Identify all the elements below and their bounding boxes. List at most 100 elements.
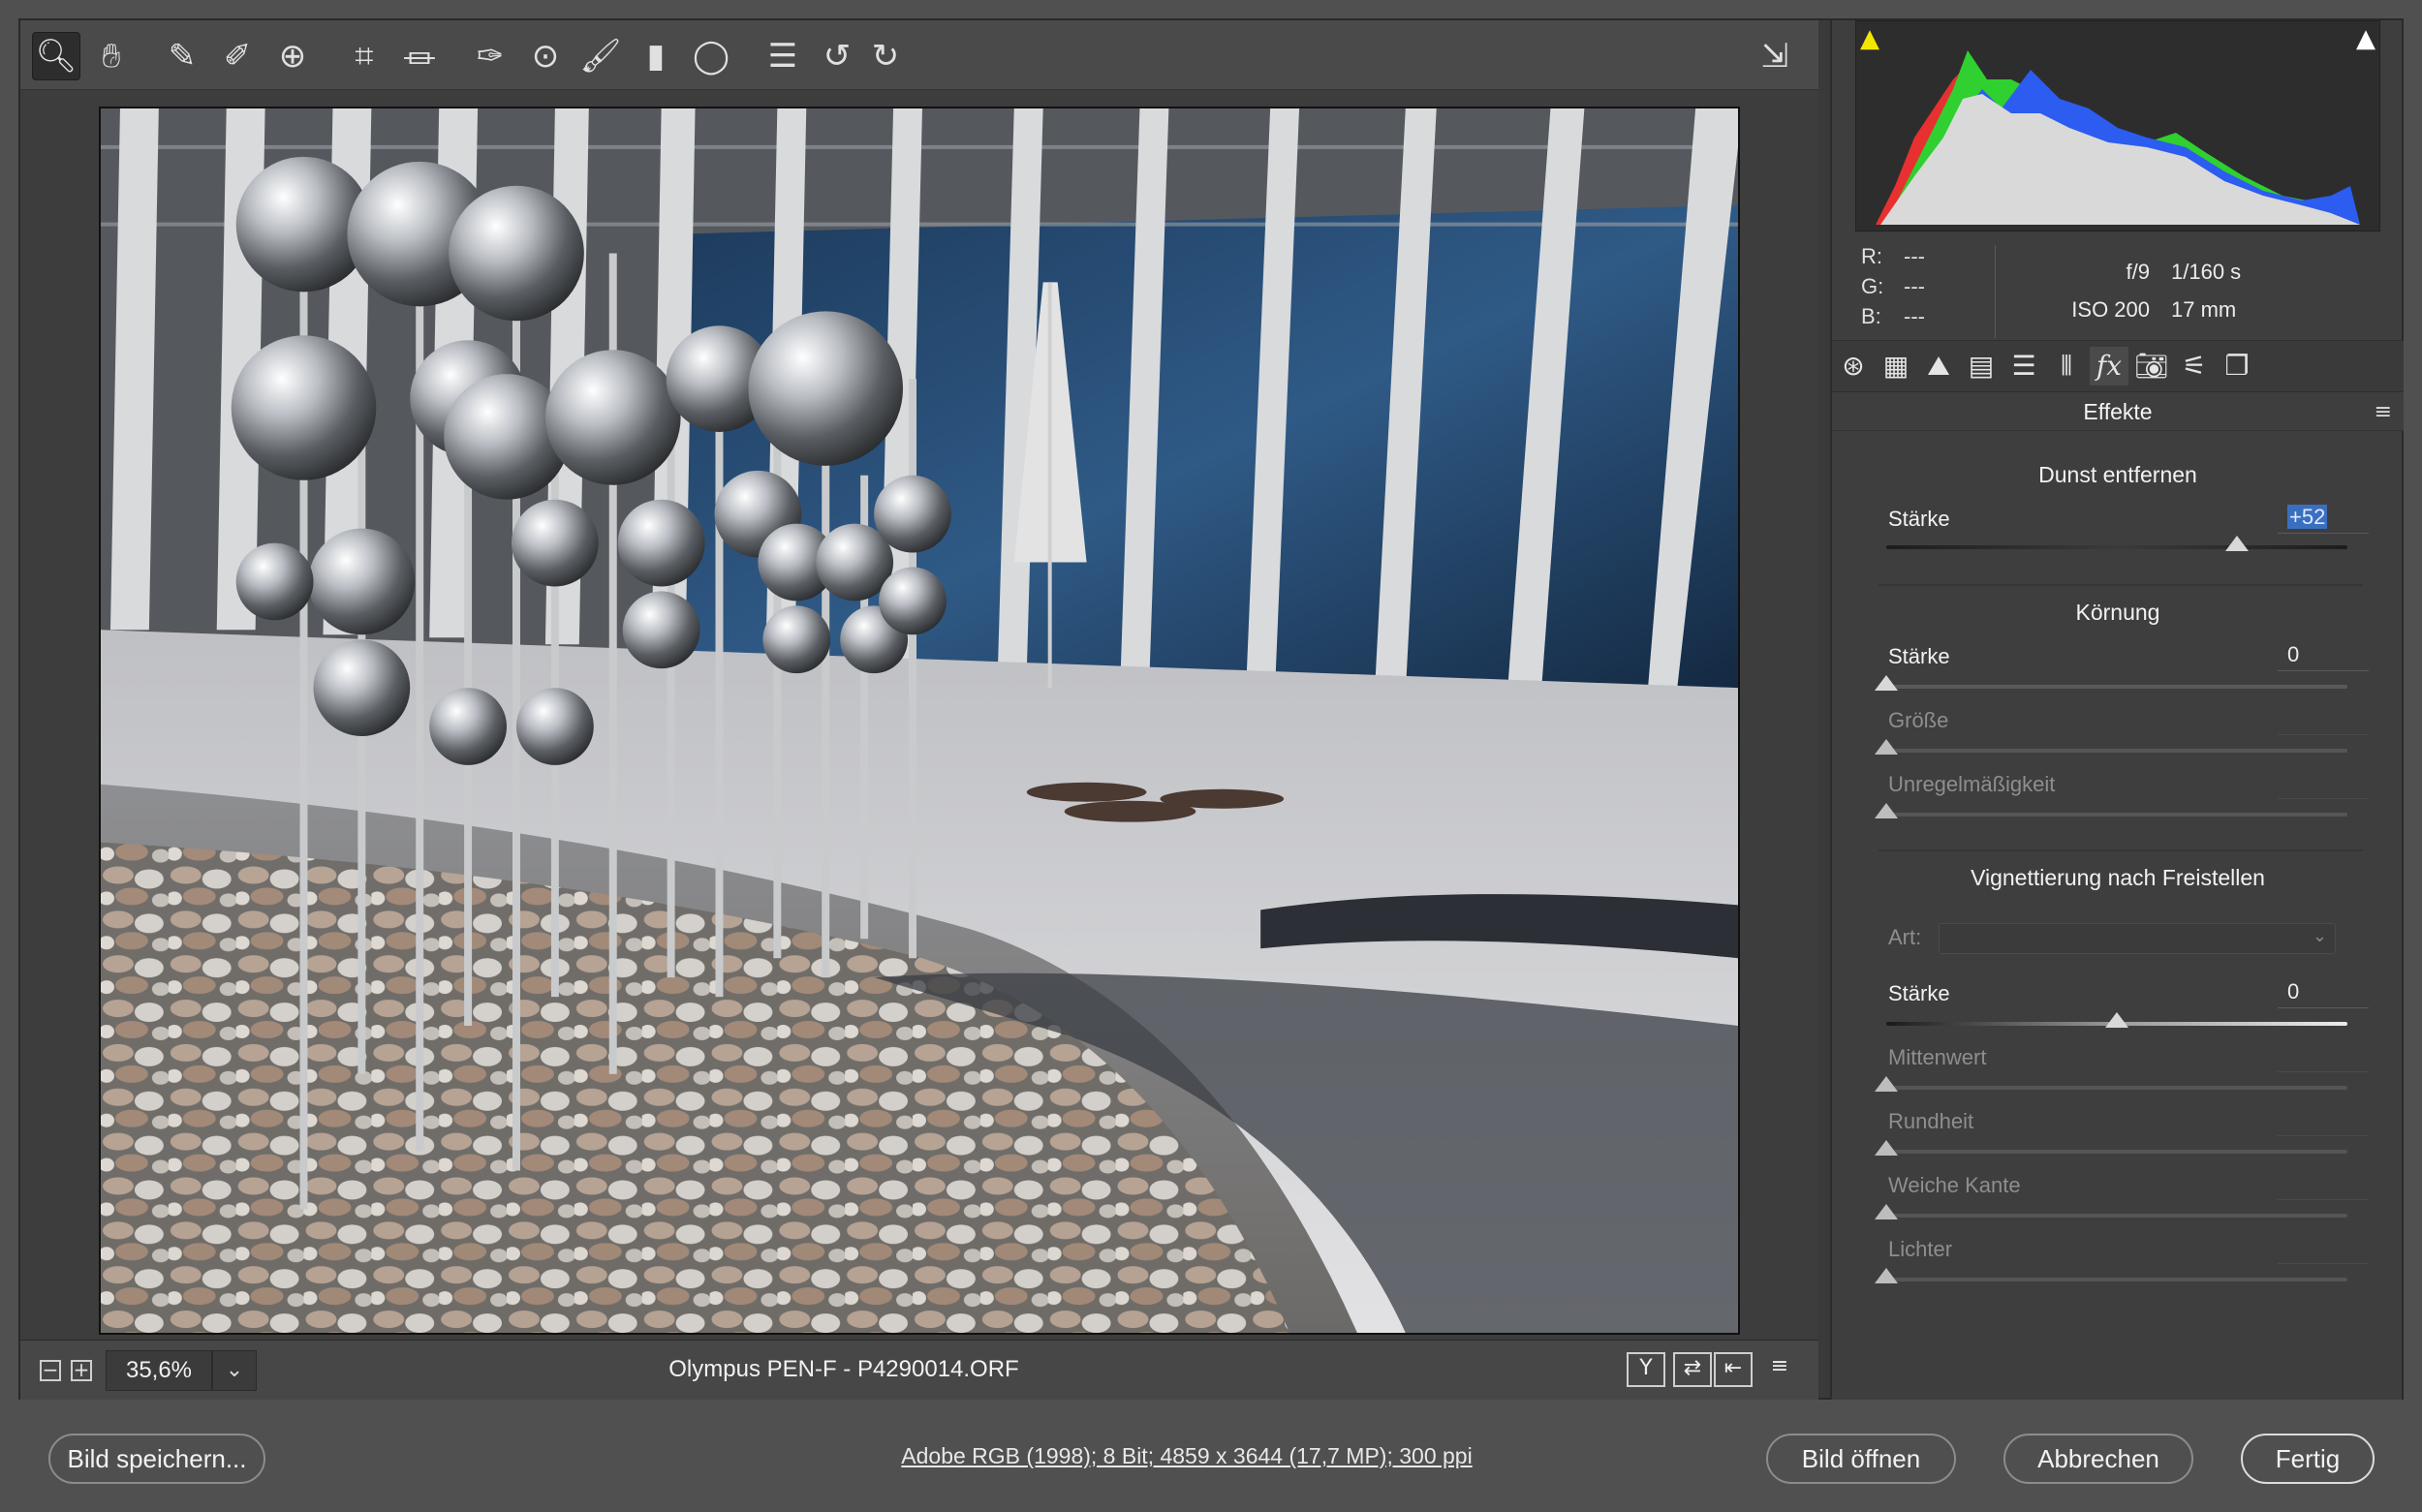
shutter-speed: 1/160 s — [2171, 260, 2242, 284]
workflow-options-link[interactable]: Adobe RGB (1998); 8 Bit; 4859 x 3644 (17… — [790, 1443, 1584, 1469]
red-label: R: — [1861, 244, 1882, 268]
grain-roughness-thumb — [1875, 803, 1898, 818]
grain-roughness-label: Unregelmäßigkeit — [1888, 772, 2056, 796]
grain-roughness-field — [2278, 770, 2369, 799]
mountain-icon[interactable]: ⛰︎ — [1919, 347, 1958, 386]
histogram-graph — [1876, 50, 2360, 225]
rotate-cw-icon[interactable]: ↻ — [861, 32, 910, 80]
done-button[interactable]: Fertig — [2241, 1434, 2375, 1484]
copy-settings-button[interactable]: ⇤ — [1714, 1352, 1753, 1387]
green-value: --- — [1904, 274, 1925, 298]
gradient-icon[interactable]: ▮ — [632, 32, 680, 80]
crop-icon[interactable]: ⌗ — [340, 32, 388, 80]
eyedropper-icon[interactable]: ✎ — [158, 32, 206, 80]
status-bar: − + 35,6% ⌄ Olympus PEN-F - P4290014.ORF… — [20, 1340, 1818, 1400]
divider — [1995, 245, 1996, 338]
grain-size-label: Größe — [1888, 708, 1949, 732]
eye-plus-icon[interactable]: ⊙ — [521, 32, 570, 80]
vignette-roundness-field — [2278, 1107, 2369, 1136]
highlight-clipping-warning-icon[interactable]: ▲ — [2352, 25, 2379, 52]
shadow-clipping-warning-icon[interactable]: ▲ — [1856, 25, 1883, 52]
chevron-down-icon[interactable]: ⌄ — [212, 1350, 257, 1391]
ellipse-icon[interactable]: ◯ — [687, 32, 735, 80]
split-toning-icon[interactable]: ☰ — [2004, 347, 2043, 386]
target-icon[interactable]: ⊕ — [268, 32, 317, 80]
dehaze-amount-slider[interactable] — [1886, 536, 2347, 551]
vignette-highlights-field — [2278, 1235, 2369, 1264]
camera-icon[interactable]: 📷︎ — [2132, 347, 2171, 386]
grain-size-field — [2278, 706, 2369, 735]
grain-amount-label: Stärke — [1888, 644, 1950, 668]
photo-image — [101, 108, 1738, 1333]
vignette-midpoint-slider — [1875, 1076, 2347, 1092]
snapshots-icon[interactable]: ❐ — [2218, 347, 2256, 386]
vignette-title: Vignettierung nach Freistellen — [1971, 865, 2265, 890]
dehaze-amount-field[interactable]: +52 — [2278, 505, 2369, 534]
grain-amount-thumb[interactable] — [1875, 675, 1898, 691]
lens-icon[interactable]: ⦀ — [2047, 347, 2086, 386]
preview-settings-icon[interactable]: ≡ — [1760, 1352, 1799, 1387]
swap-settings-button[interactable]: ⇄ — [1673, 1352, 1712, 1387]
aperture-icon[interactable]: ⊛ — [1834, 347, 1873, 386]
red-value: --- — [1904, 244, 1925, 268]
hand-icon[interactable]: ✋︎ — [87, 32, 136, 80]
iso: ISO 200 — [2071, 297, 2150, 322]
divider — [1879, 849, 2363, 851]
save-image-button[interactable]: Bild speichern... — [48, 1434, 265, 1484]
before-after-toggle-button[interactable]: Y — [1627, 1352, 1665, 1387]
grain-amount-field[interactable]: 0 — [2278, 642, 2369, 671]
vignette-style-label: Art: — [1888, 925, 1922, 949]
panel-title: Effekte — [1832, 392, 2404, 431]
zoom-out-button[interactable]: − — [40, 1360, 61, 1381]
vignette-feather-slider — [1875, 1204, 2347, 1219]
divider — [1879, 584, 2363, 586]
fullscreen-icon[interactable]: ⇲ — [1751, 32, 1799, 80]
vignette-amount-label: Stärke — [1888, 981, 1950, 1005]
presets-icon[interactable]: ⚟ — [2175, 347, 2214, 386]
vignette-feather-thumb — [1875, 1204, 1898, 1219]
hsl-icon[interactable]: ▤ — [1962, 347, 2001, 386]
magnifier-icon[interactable]: 🔍︎ — [32, 32, 80, 80]
blue-label: B: — [1861, 304, 1881, 328]
brush-spot-icon[interactable]: ✑ — [466, 32, 514, 80]
dehaze-amount-value: +52 — [2287, 505, 2328, 529]
vignette-amount-slider[interactable] — [1886, 1012, 2347, 1028]
level-icon[interactable]: ⏛ — [395, 32, 444, 80]
fx-icon[interactable]: fx — [2090, 347, 2128, 386]
dehaze-amount-label: Stärke — [1888, 507, 1950, 531]
vignette-amount-field[interactable]: 0 — [2278, 979, 2369, 1008]
rotate-ccw-icon[interactable]: ↺ — [813, 32, 861, 80]
vignette-roundness-slider — [1875, 1140, 2347, 1156]
blue-value: --- — [1904, 304, 1925, 328]
vignette-roundness-label: Rundheit — [1888, 1109, 1974, 1133]
zoom-in-button[interactable]: + — [71, 1360, 92, 1381]
grain-amount-slider[interactable] — [1875, 675, 2347, 691]
dehaze-amount-thumb[interactable] — [2224, 536, 2249, 551]
focal-length: 17 mm — [2171, 297, 2237, 322]
vignette-feather-field — [2278, 1171, 2369, 1200]
brush-icon[interactable]: 🖌︎ — [576, 32, 625, 80]
camera-raw-window: 🔍︎ ✋︎ ✎ ✐ ⊕ ⌗ ⏛ ✑ ⊙ 🖌︎ ▮ ◯ ☰ ↺ ↻ ⇲ − + 3… — [18, 18, 2404, 1400]
zoom-level[interactable]: 35,6% — [106, 1350, 212, 1391]
vignette-style-select[interactable]: ⌄ — [1939, 923, 2336, 954]
grain-title: Körnung — [2075, 600, 2160, 625]
grid-icon[interactable]: ▦ — [1877, 347, 1915, 386]
exif-info: f/9 1/160 s ISO 200 17 mm — [2006, 253, 2297, 328]
open-image-button[interactable]: Bild öffnen — [1766, 1434, 1956, 1484]
chevron-down-icon: ⌄ — [2312, 926, 2327, 946]
vignette-amount-thumb[interactable] — [2105, 1012, 2128, 1028]
green-label: G: — [1861, 274, 1884, 298]
rgb-readout: R: --- G: --- B: --- — [1861, 241, 1946, 331]
list-icon[interactable]: ☰ — [759, 32, 807, 80]
panel-menu-icon[interactable]: ≡ — [2375, 400, 2392, 424]
cancel-button[interactable]: Abbrechen — [2003, 1434, 2193, 1484]
grain-roughness-slider — [1875, 803, 2347, 818]
toolbar: 🔍︎ ✋︎ ✎ ✐ ⊕ ⌗ ⏛ ✑ ⊙ 🖌︎ ▮ ◯ ☰ ↺ ↻ ⇲ — [20, 20, 1818, 90]
photo-preview[interactable] — [99, 107, 1740, 1335]
vignette-roundness-thumb — [1875, 1140, 1898, 1156]
file-name: Olympus PEN-F - P4290014.ORF — [668, 1356, 1019, 1382]
dehaze-title: Dunst entfernen — [2038, 462, 2197, 487]
image-canvas[interactable] — [20, 90, 1818, 1340]
vignette-feather-label: Weiche Kante — [1888, 1173, 2021, 1197]
eyedropper-plus-icon[interactable]: ✐ — [213, 32, 262, 80]
